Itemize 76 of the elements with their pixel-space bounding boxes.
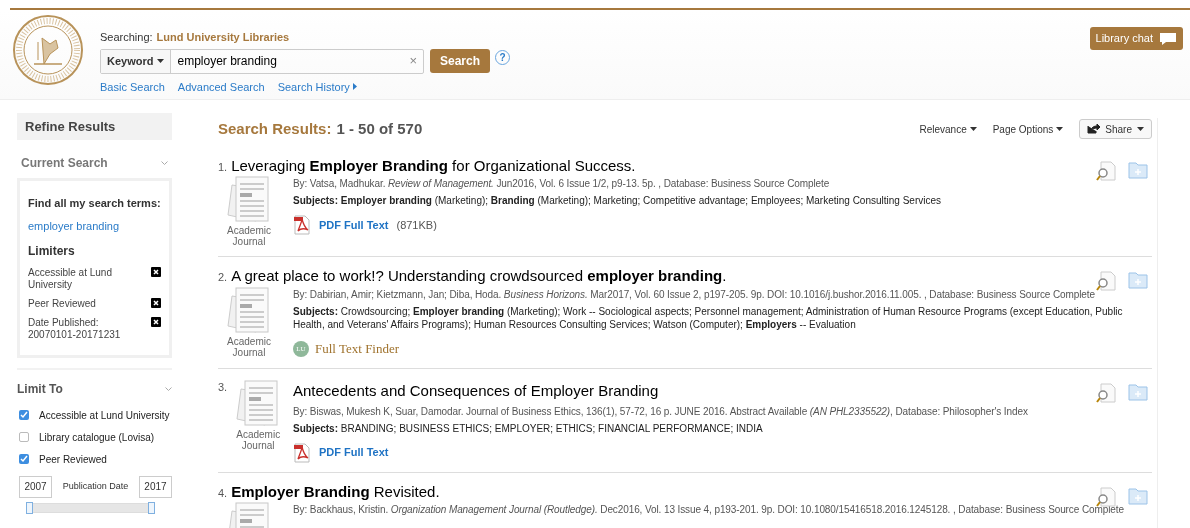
full-text-finder-link[interactable]: Full Text Finder (315, 339, 400, 359)
database-name: Lund University Libraries (156, 30, 290, 45)
result-title: Employer Branding Revisited. (231, 482, 440, 502)
result-subjects: Subjects: Employer branding (Marketing); Branding (Marketing); Marketing; Competitive advantage; Employees; Marketing Consulting Services (293, 194, 941, 208)
result-byline: By: Backhaus, Kristin. Organization Management Journal (Routledge). Dec2016, Vol. 13 Issue 4, p193-201. 9p. DOI: 10.1080/15416518.2016.1245128. , Database: Business Source Complete (293, 503, 1124, 518)
arrow-right-icon (352, 83, 357, 91)
checkbox-label: Peer Reviewed (39, 452, 107, 467)
university-seal-logo (12, 14, 84, 86)
remove-limiter-icon[interactable] (151, 266, 161, 277)
library-chat-button[interactable]: Library chat (1089, 27, 1183, 50)
searching-label: Searching: (100, 30, 153, 45)
slider-thumb[interactable] (26, 501, 33, 514)
add-to-folder-icon[interactable] (1128, 486, 1148, 505)
end-year-field[interactable]: 2017 (139, 475, 172, 498)
result-title: Leveraging Employer Branding for Organizational Success. (231, 156, 636, 176)
chevron-down-icon[interactable] (165, 386, 172, 391)
result-byline: By: Biswas, Mukesh K, Suar, Damodar. Journal of Business Ethics, 136(1), 57-72, 16 p. JUNE 2016. Abstract Available (AN PHL2335522), Database: Philosopher's Index (293, 404, 1028, 419)
preview-icon[interactable] (1096, 486, 1116, 507)
result-subjects: Subjects: Crowdsourcing; Employer branding (Marketing); Work -- Sociological aspects; Personnel management; Administration of Human Resource Programs (except Education, Public Health, and Veterans' Affairs Programs); Human Resources Consulting Services; Watson (Computer); Employers -- Evaluation (293, 305, 1124, 331)
pdf-full-text-link[interactable]: PDF Full Text (319, 217, 389, 234)
result-number: 4. (218, 485, 228, 501)
document-type: Academic Journal (235, 428, 282, 451)
remove-limiter-icon[interactable] (151, 297, 161, 308)
checkbox-label: Library catalogue (Lovisa) (39, 430, 155, 445)
date-range-slider[interactable] (29, 502, 153, 513)
refine-results-header: Refine Results (17, 113, 172, 140)
result-title: A great place to work!? Understanding crowdsourced employer branding. (231, 267, 727, 286)
result-number: 1. (218, 159, 228, 175)
pdf-icon (293, 215, 311, 236)
result-number: 3. (218, 379, 228, 395)
search-mode-link[interactable]: Search History (277, 78, 357, 95)
chevron-down-icon[interactable] (161, 161, 168, 165)
chat-bubble-icon (1159, 31, 1177, 46)
start-year-field[interactable]: 2007 (19, 475, 52, 498)
limiters-heading: Limiters (28, 242, 76, 260)
document-type: Academic Journal (226, 225, 272, 248)
checkbox[interactable] (19, 432, 29, 442)
slider-thumb[interactable] (148, 501, 155, 514)
preview-icon[interactable] (1096, 382, 1116, 403)
result-subjects: Subjects: BRANDING; BUSINESS ETHICS; EMPLOYER; ETHICS; FINANCIAL PERFORMANCE; INDIA (293, 421, 764, 435)
checkbox-label: Accessible at Lund University (39, 408, 170, 423)
page-options-dropdown[interactable]: Page Options (992, 121, 1064, 137)
result-byline: By: Vatsa, Madhukar. Review of Management. Jun2016, Vol. 6 Issue 1/2, p9-13. 5p. , Database: Business Source Complete (293, 177, 831, 192)
limiter-label: Date Published: 20070101-20171231 (28, 316, 122, 341)
caret-icon (1137, 127, 1144, 132)
add-to-folder-icon[interactable] (1128, 271, 1148, 290)
section-heading: Current Search (21, 155, 108, 172)
result-number: 2. (218, 270, 228, 286)
search-button[interactable]: Search (430, 49, 491, 73)
preview-icon[interactable] (1096, 271, 1116, 292)
find-terms-label: Find all my search terms: (28, 197, 161, 210)
caret-icon (969, 127, 977, 132)
result-title: Antecedents and Consequences of Employer Branding (293, 381, 659, 399)
remove-limiter-icon[interactable] (151, 316, 161, 327)
pdf-full-text-link[interactable]: PDF Full Text (319, 444, 389, 461)
share-button[interactable]: Share (1079, 119, 1152, 140)
limiter-label: Peer Reviewed (28, 297, 97, 310)
file-size: (871KB) (396, 218, 437, 233)
pdf-icon (293, 442, 311, 463)
result-byline: By: Dabirian, Amir; Kietzmann, Jan; Diba, Hoda. Business Horizons. Mar2017, Vol. 60 Issue 2, p197-205. 9p. DOI: 10.1016/j.bushor.2016.11.005. , Database: Business Source Complete (293, 288, 1096, 302)
caret-icon (1056, 127, 1064, 132)
publication-date-label: Publication Date (62, 479, 129, 493)
document-type: Academic Journal (226, 336, 272, 358)
document-icon (226, 286, 272, 336)
search-mode-link[interactable]: Advanced Search (177, 78, 265, 95)
sort-dropdown[interactable]: Relevance (919, 121, 977, 137)
share-icon (1087, 124, 1101, 135)
add-to-folder-icon[interactable] (1128, 160, 1148, 179)
limiter-label: Accessible at Lund University (28, 266, 113, 291)
preview-icon[interactable] (1096, 160, 1116, 181)
section-heading: Limit To (17, 380, 63, 398)
add-to-folder-icon[interactable] (1128, 382, 1148, 401)
results-heading: Search Results: (218, 119, 332, 139)
results-count: 1 - 50 of 570 (336, 119, 423, 139)
search-term-link[interactable]: employer branding (28, 218, 161, 235)
search-mode-link[interactable]: Basic Search (100, 78, 165, 95)
